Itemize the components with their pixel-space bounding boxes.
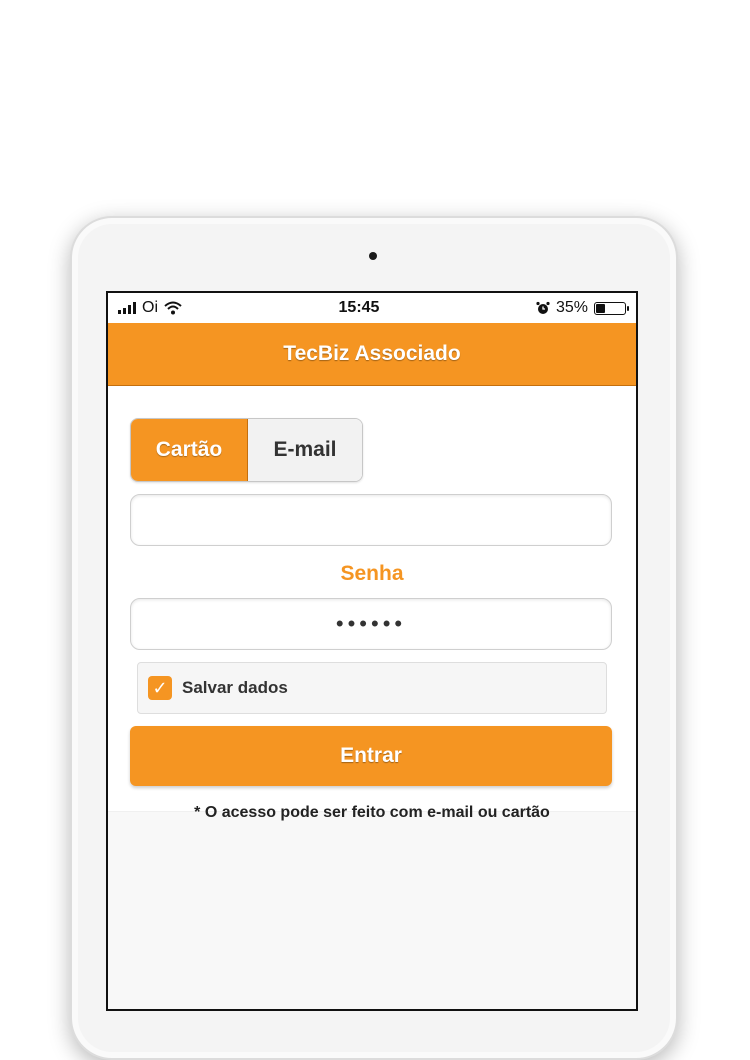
tab-email[interactable]: E-mail <box>248 419 362 481</box>
app-title-bar: TecBiz Associado <box>108 323 636 386</box>
card-number-input[interactable] <box>130 494 612 546</box>
wifi-icon <box>164 301 182 315</box>
battery-percent: 35% <box>555 299 588 316</box>
carrier-name: Oi <box>142 299 158 316</box>
clock: 15:45 <box>338 299 380 316</box>
password-label: Senha <box>340 562 404 585</box>
save-data-label: Salvar dados <box>182 678 288 697</box>
empty-area <box>108 812 636 1009</box>
tab-cartao[interactable]: Cartão <box>131 419 248 481</box>
camera-dot <box>369 252 377 260</box>
status-bar: Oi 15:45 35% <box>108 293 636 323</box>
login-button-label: Entrar <box>340 744 402 767</box>
app-title: TecBiz Associado <box>283 342 461 365</box>
login-mode-toggle: Cartão E-mail <box>130 418 363 482</box>
login-button[interactable]: Entrar <box>130 726 612 786</box>
alarm-icon <box>536 301 550 314</box>
device-screen: Oi 15:45 35% TecBiz Associado Cartão E-m… <box>106 291 638 1011</box>
signal-icon <box>118 302 136 314</box>
save-data-option[interactable]: ✓ Salvar dados <box>137 662 607 714</box>
password-value: •••••• <box>335 611 407 636</box>
access-note: * O acesso pode ser feito com e-mail ou … <box>194 804 550 821</box>
battery-icon <box>593 301 629 315</box>
checkbox-checked-icon[interactable]: ✓ <box>148 676 172 700</box>
password-input[interactable]: •••••• <box>130 598 612 650</box>
login-form: Cartão E-mail Senha •••••• ✓ Salvar dado… <box>108 386 636 821</box>
